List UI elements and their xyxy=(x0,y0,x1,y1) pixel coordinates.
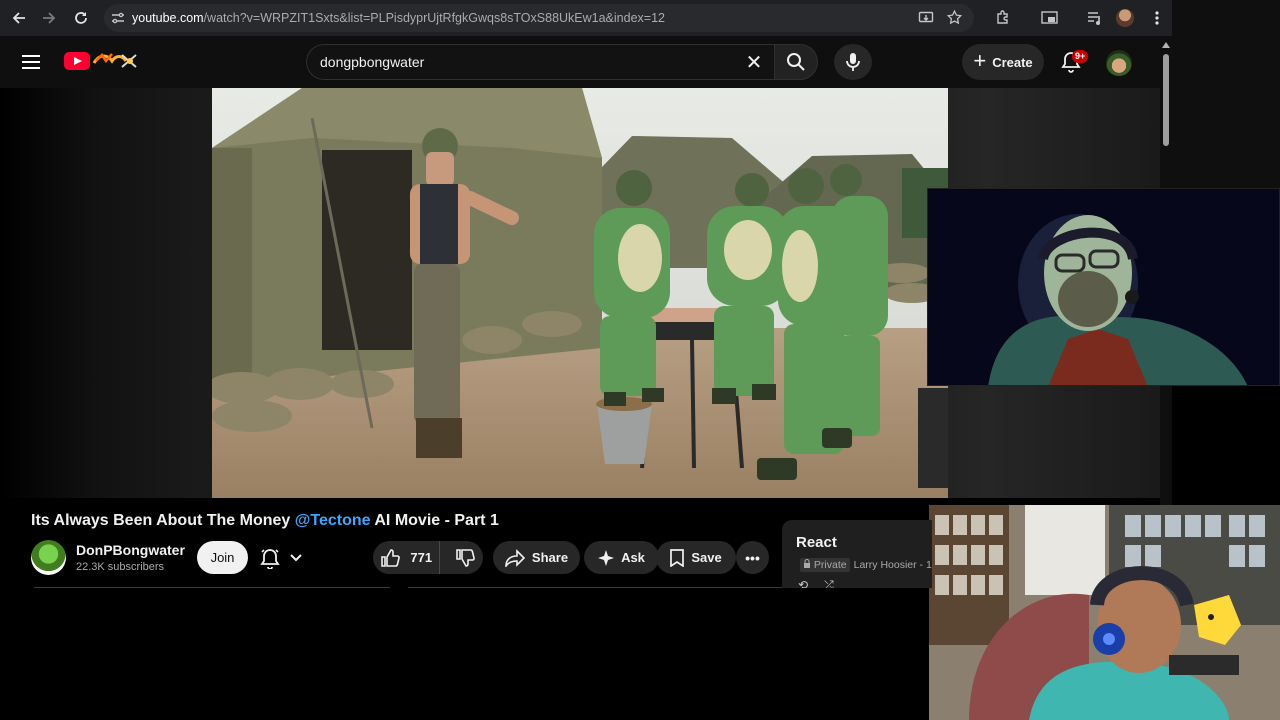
subscription-bell-button[interactable] xyxy=(259,546,317,570)
divider xyxy=(408,587,783,588)
loop-icon[interactable]: ⟲ xyxy=(798,578,808,588)
install-icon[interactable] xyxy=(918,10,934,31)
divider xyxy=(34,587,390,588)
video-title-text: Its Always Been About The Money xyxy=(31,512,291,529)
plus-icon: + xyxy=(973,48,987,73)
bookmark-star-icon[interactable] xyxy=(946,9,963,31)
privacy-label: Private xyxy=(813,559,847,571)
share-button[interactable]: Share xyxy=(493,541,580,574)
menu-icon[interactable] xyxy=(1142,3,1172,33)
search-input[interactable]: dongpbongwater xyxy=(306,44,774,80)
sparkle-icon xyxy=(598,549,615,566)
notification-count-badge: 9+ xyxy=(1072,50,1089,63)
site-info-icon[interactable] xyxy=(104,12,132,24)
tab-search-icon[interactable] xyxy=(1034,3,1064,33)
media-icon[interactable] xyxy=(1080,3,1110,33)
mention-link[interactable]: @Tectone xyxy=(295,512,371,529)
lock-icon xyxy=(804,559,810,568)
playlist-controls: ⟲ ⤮ xyxy=(798,578,834,588)
create-button[interactable]: + Create xyxy=(962,44,1044,80)
masthead: dongpbongwater ✕ + Create 9+ xyxy=(0,36,1160,88)
webcam-reactor-image xyxy=(929,505,1280,720)
ask-button[interactable]: Ask xyxy=(584,541,659,574)
shuffle-icon[interactable]: ⤮ xyxy=(824,578,834,588)
like-count: 771 xyxy=(410,550,433,565)
account-avatar[interactable] xyxy=(1106,50,1132,76)
video-title-suffix: AI Movie - Part 1 xyxy=(374,512,499,529)
playlist-owner: Larry Hoosier - 1 xyxy=(853,559,932,571)
search-icon xyxy=(787,53,805,71)
profile-icon[interactable] xyxy=(1110,3,1140,33)
webcam-streamer-image xyxy=(928,189,1279,385)
playlist-meta: Private Larry Hoosier - 1 xyxy=(800,558,932,572)
playlist-title[interactable]: React xyxy=(796,534,837,551)
video-title: Its Always Been About The Money @Tectone… xyxy=(31,512,499,530)
thumbs-up-icon xyxy=(381,548,401,567)
ask-label: Ask xyxy=(621,550,645,565)
back-icon[interactable] xyxy=(4,3,34,33)
search-button[interactable] xyxy=(774,44,818,80)
scrollbar-thumb[interactable] xyxy=(1163,54,1169,146)
webcam-overlay-top xyxy=(927,188,1280,386)
notification-bell-icon xyxy=(260,549,280,569)
subscriber-count: 22.3K subscribers xyxy=(76,561,165,573)
search-query-text: dongpbongwater xyxy=(320,54,425,70)
video-player[interactable] xyxy=(212,88,948,498)
scroll-up-arrow-icon[interactable] xyxy=(1162,42,1170,48)
bookmark-icon xyxy=(670,548,685,567)
create-label: Create xyxy=(992,54,1033,70)
more-actions-button[interactable]: ••• xyxy=(736,541,769,574)
webcam-overlay-bottom xyxy=(929,505,1280,720)
url-text: youtube.com/watch?v=WRPZIT1Sxts&list=PLP… xyxy=(132,11,665,25)
save-button[interactable]: Save xyxy=(656,541,736,574)
logo-doodle-icon xyxy=(92,53,137,68)
like-dislike-group: 771 xyxy=(373,541,483,574)
join-button[interactable]: Join xyxy=(197,541,248,574)
privacy-badge: Private xyxy=(800,558,850,572)
share-label: Share xyxy=(531,550,569,565)
playlist-panel[interactable]: React Private Larry Hoosier - 1 ⟲ ⤮ xyxy=(782,520,932,588)
forward-icon[interactable] xyxy=(34,3,64,33)
reload-icon[interactable] xyxy=(66,3,96,33)
thumbs-down-icon xyxy=(456,548,476,567)
guide-menu-icon[interactable] xyxy=(20,51,42,73)
address-bar[interactable]: youtube.com/watch?v=WRPZIT1Sxts&list=PLP… xyxy=(104,4,974,32)
like-button[interactable]: 771 xyxy=(373,541,441,574)
owner-and-actions-row: DonPBongwater 22.3K subscribers Join 771… xyxy=(31,538,791,578)
youtube-logo[interactable] xyxy=(64,51,142,71)
save-label: Save xyxy=(691,550,722,565)
video-frame-image xyxy=(212,88,948,498)
clear-search-icon[interactable]: ✕ xyxy=(742,49,766,75)
desktop-background xyxy=(1172,0,1280,188)
dislike-button[interactable] xyxy=(447,541,483,574)
youtube-play-icon xyxy=(64,52,90,70)
chevron-down-icon xyxy=(290,554,302,562)
extensions-icon[interactable] xyxy=(988,3,1018,33)
more-dots-icon: ••• xyxy=(745,549,760,566)
share-arrow-icon xyxy=(505,548,525,567)
voice-search-button[interactable] xyxy=(834,44,872,80)
browser-toolbar: youtube.com/watch?v=WRPZIT1Sxts&list=PLP… xyxy=(0,0,1172,36)
microphone-icon xyxy=(846,53,860,71)
channel-avatar[interactable] xyxy=(31,540,66,575)
channel-name[interactable]: DonPBongwater xyxy=(76,542,185,558)
